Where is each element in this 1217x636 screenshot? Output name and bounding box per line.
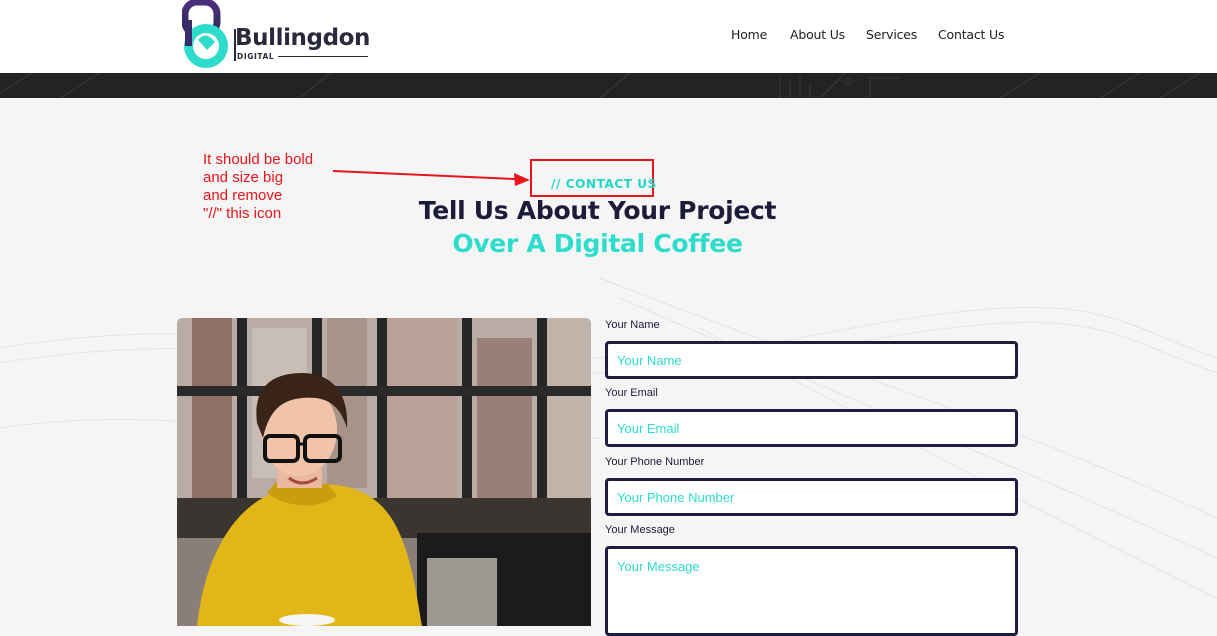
page-title: Tell Us About Your Project xyxy=(418,196,777,225)
annotation-line: It should be bold xyxy=(203,151,314,168)
nav-contact-us[interactable]: Contact Us xyxy=(938,27,1004,42)
phone-input[interactable] xyxy=(605,478,1018,516)
site-header: Bullingdon DIGITAL Home About Us Service… xyxy=(0,0,1217,73)
header-banner-strip xyxy=(0,73,1217,98)
logo-underline xyxy=(278,56,368,57)
page-subtitle: Over A Digital Coffee xyxy=(452,229,743,258)
message-textarea[interactable] xyxy=(605,546,1018,636)
name-label: Your Name xyxy=(605,319,660,331)
contact-photo xyxy=(177,318,591,626)
brand-tagline: DIGITAL xyxy=(237,52,275,61)
annotation-arrow-icon xyxy=(332,170,530,186)
annotation-line: and size big xyxy=(203,169,284,186)
email-label: Your Email xyxy=(605,387,658,399)
message-label: Your Message xyxy=(605,524,675,536)
section-eyebrow: // CONTACT US xyxy=(551,177,657,191)
nav-about-us[interactable]: About Us xyxy=(790,27,845,42)
main-nav: Home About Us Services Contact Us xyxy=(0,27,1217,43)
nav-home[interactable]: Home xyxy=(731,27,767,42)
phone-label: Your Phone Number xyxy=(605,456,705,468)
email-input[interactable] xyxy=(605,409,1018,447)
woman-with-laptop-image xyxy=(177,318,591,626)
nav-services[interactable]: Services xyxy=(866,27,917,42)
circuit-pattern xyxy=(0,73,1201,98)
name-input[interactable] xyxy=(605,341,1018,379)
